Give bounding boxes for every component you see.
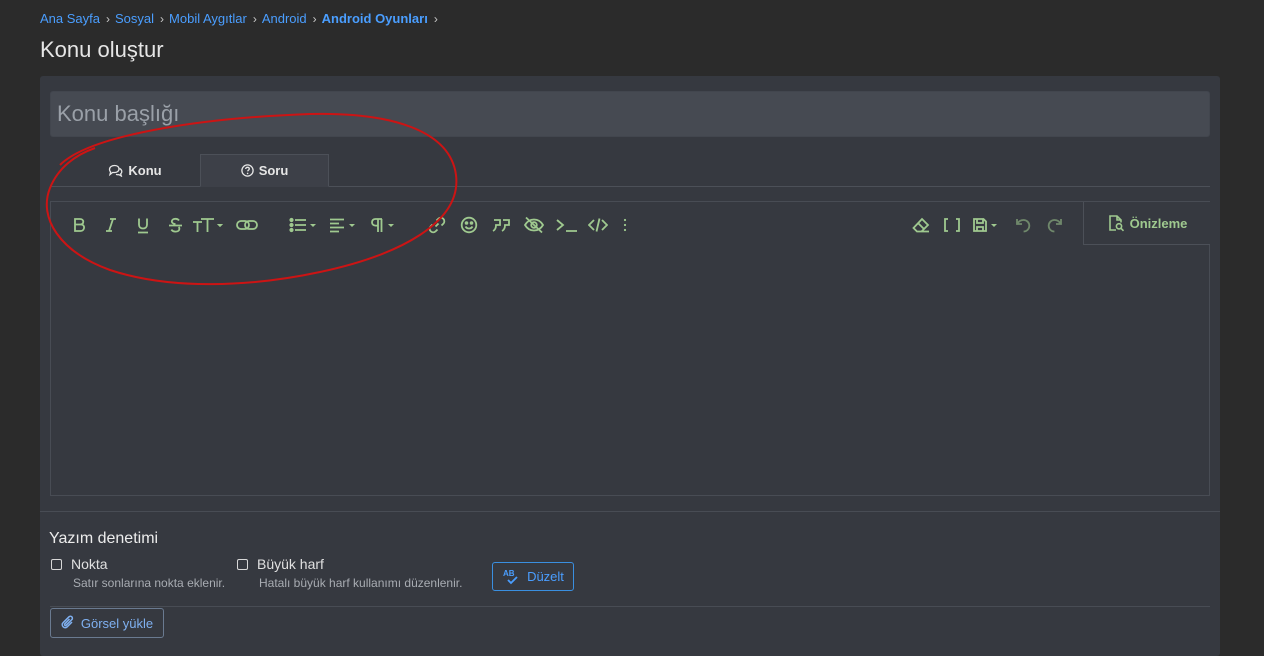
eraser-icon[interactable] bbox=[911, 214, 931, 236]
tab-label: Soru bbox=[258, 163, 289, 178]
breadcrumb-mobil[interactable]: Mobil Aygıtlar bbox=[169, 11, 247, 26]
undo-icon[interactable] bbox=[1013, 214, 1033, 236]
editor-toolbar: Önizleme bbox=[51, 202, 1210, 246]
bold-icon[interactable] bbox=[70, 214, 88, 236]
breadcrumb-sosyal[interactable]: Sosyal bbox=[115, 11, 154, 26]
editor-content-area[interactable] bbox=[51, 246, 1209, 495]
spoiler-icon[interactable] bbox=[523, 214, 545, 236]
page-title: Konu oluştur bbox=[40, 37, 164, 62]
paragraph-icon[interactable] bbox=[369, 214, 397, 236]
list-icon[interactable] bbox=[289, 214, 319, 236]
fix-button-label: Düzelt bbox=[527, 569, 564, 584]
buyuk-harf-checkbox[interactable] bbox=[237, 558, 248, 570]
thread-type-tabs: Konu Soru bbox=[50, 154, 1210, 187]
emoji-icon[interactable] bbox=[460, 214, 478, 236]
option-nokta: Nokta Satır sonlarına nokta eklenir. bbox=[51, 556, 225, 590]
chevron-right-icon: › bbox=[312, 11, 317, 26]
more-vertical-icon[interactable] bbox=[619, 214, 631, 236]
preview-icon bbox=[1108, 215, 1124, 232]
quote-icon[interactable] bbox=[491, 214, 513, 236]
rich-text-editor: Önizleme bbox=[50, 201, 1210, 496]
insert-link-icon[interactable] bbox=[428, 214, 446, 236]
chevron-right-icon: › bbox=[106, 11, 110, 26]
align-icon[interactable] bbox=[329, 214, 359, 236]
upload-label: Görsel yükle bbox=[80, 615, 154, 631]
create-thread-panel: Konu Soru bbox=[40, 76, 1220, 656]
tab-konu[interactable]: Konu bbox=[80, 154, 190, 186]
divider bbox=[50, 606, 1210, 607]
option-description: Hatalı büyük harf kullanımı düzenlenir. bbox=[259, 576, 463, 590]
bbcode-toggle-icon[interactable] bbox=[943, 214, 961, 236]
spell-check-title: Yazım denetimi bbox=[49, 530, 159, 547]
breadcrumb-android-oyunlari[interactable]: Android Oyunları bbox=[322, 11, 428, 26]
strikethrough-icon[interactable] bbox=[166, 214, 184, 236]
font-size-icon[interactable] bbox=[192, 214, 224, 236]
chevron-right-icon: › bbox=[433, 11, 438, 26]
spellcheck-icon: AB bbox=[503, 569, 518, 584]
fix-button[interactable]: AB Düzelt bbox=[492, 562, 574, 591]
divider bbox=[40, 511, 1220, 512]
thread-title-input[interactable] bbox=[50, 91, 1210, 137]
option-label: Nokta bbox=[71, 556, 108, 572]
inline-code-icon[interactable] bbox=[555, 214, 579, 236]
chevron-right-icon: › bbox=[160, 11, 165, 26]
italic-icon[interactable] bbox=[103, 214, 119, 236]
preview-button[interactable]: Önizleme bbox=[1083, 202, 1210, 245]
breadcrumb: Ana Sayfa › Sosyal › Mobil Aygıtlar › An… bbox=[40, 11, 443, 26]
tab-label: Konu bbox=[128, 162, 162, 178]
paperclip-icon bbox=[61, 615, 74, 629]
code-icon[interactable] bbox=[588, 214, 608, 236]
chevron-right-icon: › bbox=[252, 11, 257, 26]
nokta-checkbox[interactable] bbox=[51, 558, 62, 570]
breadcrumb-android[interactable]: Android bbox=[262, 11, 307, 26]
comments-icon bbox=[109, 164, 123, 177]
redo-icon[interactable] bbox=[1045, 214, 1065, 236]
preview-label: Önizleme bbox=[1129, 215, 1188, 231]
question-circle-icon bbox=[240, 164, 254, 177]
underline-icon[interactable] bbox=[134, 214, 152, 236]
link-chain-icon[interactable] bbox=[235, 214, 259, 236]
spellcheck-icon-text: AB bbox=[503, 569, 515, 578]
option-description: Satır sonlarına nokta eklenir. bbox=[73, 576, 226, 590]
upload-image-button[interactable]: Görsel yükle bbox=[50, 608, 164, 638]
breadcrumb-home[interactable]: Ana Sayfa bbox=[40, 11, 100, 26]
option-buyuk-harf: Büyük harf Hatalı büyük harf kullanımı d… bbox=[237, 556, 462, 590]
tab-soru[interactable]: Soru bbox=[200, 154, 329, 187]
option-label: Büyük harf bbox=[257, 556, 324, 572]
drafts-save-icon[interactable] bbox=[972, 214, 1000, 236]
